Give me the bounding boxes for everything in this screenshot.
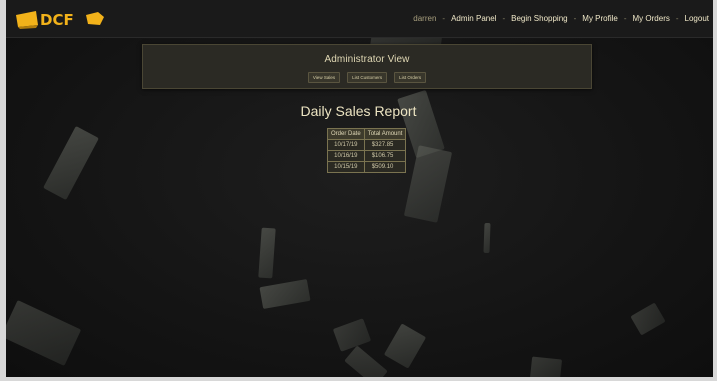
list-customers-button[interactable]: List Customers bbox=[347, 72, 388, 83]
admin-panel: Administrator View View Sales List Custo… bbox=[142, 44, 592, 89]
order-date-cell: 10/15/19 bbox=[327, 161, 365, 173]
nav-separator: - bbox=[573, 14, 577, 23]
total-amount-cell: $509.10 bbox=[363, 161, 407, 173]
nav-logout[interactable]: Logout bbox=[685, 14, 709, 23]
admin-buttons: View Sales List Customers List Orders bbox=[143, 72, 591, 83]
table-header-row: Order Date Total Amount bbox=[327, 128, 407, 140]
dcf-logo-icon: DCF bbox=[16, 10, 104, 29]
list-orders-button[interactable]: List Orders bbox=[394, 72, 427, 83]
sales-table: Order Date Total Amount 10/17/19 $327.85… bbox=[327, 128, 407, 173]
report-title: Daily Sales Report bbox=[300, 103, 417, 119]
top-navbar: DCF darren - Admin Panel - Begin Shoppin… bbox=[6, 0, 713, 38]
nav-my-orders[interactable]: My Orders bbox=[633, 14, 670, 23]
table-row: 10/17/19 $327.85 bbox=[327, 139, 407, 151]
nav-separator: - bbox=[442, 14, 446, 23]
nav-admin-panel[interactable]: Admin Panel bbox=[451, 14, 496, 23]
order-date-cell: 10/16/19 bbox=[327, 150, 365, 162]
table-row: 10/16/19 $106.75 bbox=[327, 150, 407, 162]
admin-title: Administrator View bbox=[324, 54, 410, 65]
total-amount-cell: $106.75 bbox=[363, 150, 407, 162]
order-date-cell: 10/17/19 bbox=[327, 139, 365, 151]
nav-links: darren - Admin Panel - Begin Shopping - … bbox=[413, 14, 709, 23]
dcf-logo[interactable]: DCF bbox=[14, 4, 110, 34]
view-sales-button[interactable]: View Sales bbox=[307, 72, 341, 83]
nav-separator: - bbox=[502, 14, 506, 23]
table-row: 10/15/19 $509.10 bbox=[327, 161, 407, 173]
nav-begin-shopping[interactable]: Begin Shopping bbox=[511, 14, 568, 23]
column-header-order-date: Order Date bbox=[327, 128, 365, 140]
column-header-total-amount: Total Amount bbox=[363, 128, 407, 140]
nav-separator: - bbox=[623, 14, 627, 23]
nav-my-profile[interactable]: My Profile bbox=[582, 14, 618, 23]
total-amount-cell: $327.85 bbox=[363, 139, 407, 151]
nav-separator: - bbox=[675, 14, 679, 23]
logo-text: DCF bbox=[40, 11, 74, 29]
nav-username: darren bbox=[413, 14, 437, 23]
